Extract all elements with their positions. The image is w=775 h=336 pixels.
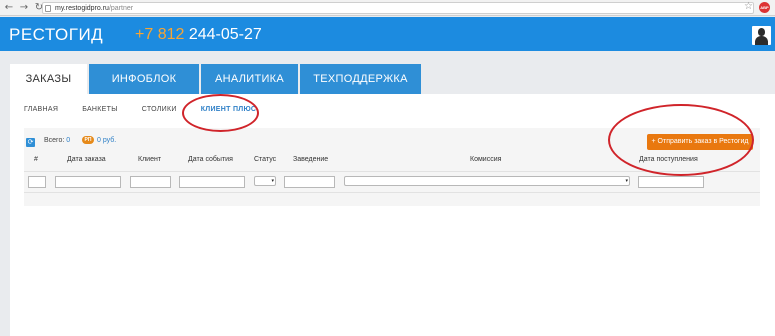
tab-analytics[interactable]: АНАЛИТИКА	[201, 64, 298, 94]
filter-number-input[interactable]	[28, 176, 46, 188]
bookmark-star-icon[interactable]: ☆	[744, 1, 753, 12]
adblock-extension-icon[interactable]: ABP	[759, 2, 770, 13]
forward-icon[interactable]: →	[18, 2, 30, 14]
total-value: 0	[66, 137, 71, 144]
grid-bottom-divider	[24, 192, 760, 193]
filter-venue-input[interactable]	[284, 176, 335, 188]
filter-client-input[interactable]	[130, 176, 171, 188]
url-path: /partner	[108, 5, 134, 12]
page-icon	[45, 5, 51, 12]
logo[interactable]: РЕСТОГИД	[9, 25, 103, 45]
phone-number: +7 812 244-05-27	[135, 26, 262, 44]
total-count: Всего: 0	[44, 137, 70, 144]
avatar-head	[758, 28, 765, 36]
filter-event-date-input[interactable]	[179, 176, 245, 188]
col-commission[interactable]: Комиссия	[470, 156, 501, 163]
col-venue[interactable]: Заведение	[293, 156, 328, 163]
subnav-main[interactable]: ГЛАВНАЯ	[24, 106, 58, 113]
filter-commission-select[interactable]: ▾	[344, 176, 630, 186]
back-icon[interactable]: ←	[3, 2, 15, 14]
filter-row: ▾ ▾	[24, 171, 760, 191]
tab-infoblock[interactable]: ИНФОБЛОК	[89, 64, 199, 94]
filter-status-select[interactable]: ▾	[254, 176, 276, 186]
col-number[interactable]: #	[34, 156, 38, 163]
annotation-circle-send-button	[608, 104, 754, 176]
annotation-circle-client-plus	[182, 94, 259, 132]
app-header: РЕСТОГИД +7 812 244-05-27	[0, 17, 775, 51]
avatar[interactable]	[752, 26, 771, 45]
address-bar[interactable]: my.restogidpro.ru/partner	[42, 2, 754, 14]
tab-support[interactable]: ТЕХПОДДЕРЖКА	[300, 64, 421, 94]
col-event-date[interactable]: Дата события	[188, 156, 233, 163]
col-order-date[interactable]: Дата заказа	[67, 156, 106, 163]
avatar-body	[755, 36, 768, 45]
filter-receipt-date-input[interactable]	[638, 176, 704, 188]
subnav-tables[interactable]: СТОЛИКИ	[142, 106, 177, 113]
phone-digits: 244-05-27	[184, 26, 262, 43]
main-tabs: ЗАКАЗЫ ИНФОБЛОК АНАЛИТИКА ТЕХПОДДЕРЖКА	[10, 64, 423, 94]
phone-code: +7 812	[135, 26, 185, 43]
refresh-icon[interactable]: ⟳	[26, 138, 35, 147]
tab-orders[interactable]: ЗАКАЗЫ	[10, 64, 87, 94]
col-client[interactable]: Клиент	[138, 156, 161, 163]
subnav-banquets[interactable]: БАНКЕТЫ	[82, 106, 117, 113]
col-status[interactable]: Статус	[254, 156, 276, 163]
sum-value: 0 руб.	[97, 137, 117, 144]
browser-toolbar: ← → ↻ my.restogidpro.ru/partner ☆ ABP	[0, 0, 775, 16]
url-host: my.restogidpro.ru	[55, 5, 109, 12]
total-label: Всего:	[44, 137, 67, 144]
filter-order-date-input[interactable]	[55, 176, 121, 188]
rp-badge: РП	[82, 136, 94, 144]
